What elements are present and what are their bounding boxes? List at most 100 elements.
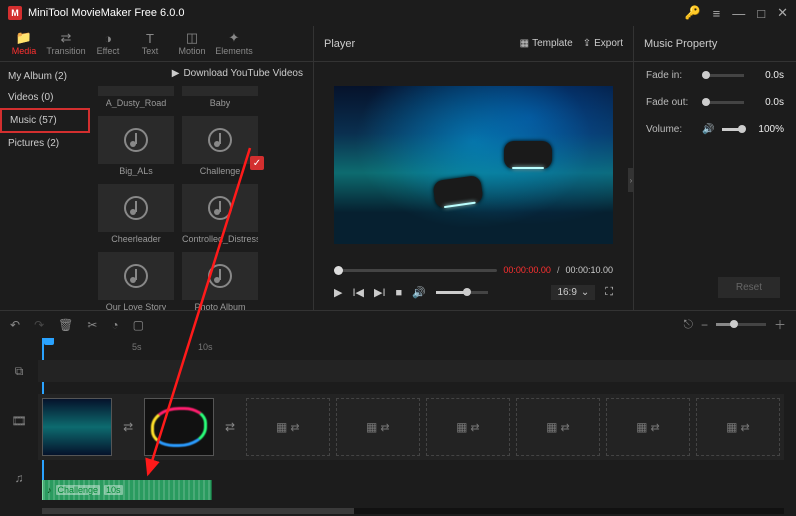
download-youtube-link[interactable]: Download YouTube Videos: [183, 68, 303, 79]
placeholder-clip-1[interactable]: ▦⇄: [246, 398, 330, 456]
audio-track-icon: ♫: [0, 460, 38, 496]
redo-button[interactable]: ↷: [34, 318, 44, 332]
audio-clip-challenge[interactable]: ♪ Challenge 10s: [42, 480, 212, 500]
upgrade-key-icon[interactable]: 🔑: [684, 5, 700, 21]
music-item-photo-album[interactable]: Photo Album: [182, 252, 258, 310]
volume-value: 100%: [752, 124, 784, 135]
media-track-icon: ⧉: [0, 360, 38, 382]
chevron-down-icon: ⌄: [581, 287, 589, 298]
motion-icon: ◫: [186, 31, 198, 45]
sidebar-item-0[interactable]: My Album (2): [0, 66, 90, 87]
close-button[interactable]: ✕: [777, 5, 788, 21]
speaker-icon: 🔊: [702, 124, 714, 135]
timeline-ruler[interactable]: 5s 10s: [38, 338, 796, 360]
volume-icon[interactable]: 🔊: [412, 286, 426, 299]
music-thumb-icon: [208, 128, 232, 152]
menu-icon[interactable]: ≡: [713, 6, 721, 21]
play-button[interactable]: ▶: [334, 286, 342, 299]
sidebar-item-2[interactable]: Music (57): [0, 108, 90, 133]
export-button[interactable]: ⇪Export: [583, 38, 623, 49]
video-clip-1[interactable]: [42, 398, 112, 456]
seek-bar[interactable]: [334, 269, 497, 272]
fullscreen-button[interactable]: ⛶: [605, 286, 613, 299]
transition-slot-2[interactable]: ⇄: [220, 398, 240, 456]
next-frame-button[interactable]: ▶I: [374, 286, 386, 299]
time-total: 00:00:10.00: [565, 265, 613, 275]
music-item-label: Challenge: [200, 166, 241, 176]
delete-button[interactable]: 🗑: [58, 318, 73, 332]
audio-settings-icon[interactable]: ⎋: [683, 317, 693, 332]
audio-clip-label: Challenge: [56, 485, 101, 495]
music-thumb-icon: [124, 264, 148, 288]
media-icon: 📁: [16, 31, 32, 45]
tab-motion[interactable]: ◫Motion: [172, 27, 212, 61]
fade-out-value: 0.0s: [752, 97, 784, 108]
fade-in-slider[interactable]: [702, 74, 744, 77]
placeholder-clip-6[interactable]: ▦⇄: [696, 398, 780, 456]
music-item-label: Big_ALs: [119, 166, 153, 176]
music-item-label: Photo Album: [194, 302, 245, 310]
volume-label: Volume:: [646, 124, 694, 135]
volume-slider-prop[interactable]: [722, 128, 744, 131]
undo-button[interactable]: ↶: [10, 318, 20, 332]
music-item-challenge[interactable]: ✓Challenge: [182, 116, 258, 176]
music-item-label: A_Dusty_Road: [106, 98, 167, 108]
music-item-label: Baby: [210, 98, 231, 108]
music-item-our-love-story[interactable]: Our Love Story: [98, 252, 174, 310]
prev-frame-button[interactable]: I◀: [352, 286, 364, 299]
music-note-icon: ♪: [47, 485, 52, 495]
music-item-label: Controlled_Distress: [182, 234, 258, 244]
video-track-icon: 🎞: [0, 382, 38, 460]
reset-button[interactable]: Reset: [718, 277, 780, 298]
fade-out-slider[interactable]: [702, 101, 744, 104]
minimize-button[interactable]: —: [732, 6, 745, 21]
placeholder-clip-3[interactable]: ▦⇄: [426, 398, 510, 456]
music-thumb-icon: [124, 196, 148, 220]
zoom-out-button[interactable]: −: [701, 318, 708, 332]
stop-button[interactable]: ■: [396, 287, 403, 299]
zoom-in-button[interactable]: ＋: [774, 316, 786, 333]
tab-effect[interactable]: ◑Effect: [88, 27, 128, 61]
music-item-a-dusty-road[interactable]: A_Dusty_Road: [98, 86, 174, 108]
transition-slot-1[interactable]: ⇄: [118, 398, 138, 456]
time-current: 00:00:00.00: [503, 265, 551, 275]
youtube-icon: ▶: [172, 68, 180, 79]
timeline-scrollbar[interactable]: [42, 508, 784, 514]
placeholder-clip-2[interactable]: ▦⇄: [336, 398, 420, 456]
speed-button[interactable]: ◔: [111, 318, 118, 332]
music-item-controlled-distress[interactable]: Controlled_Distress: [182, 184, 258, 244]
fade-in-label: Fade in:: [646, 70, 694, 81]
audio-track[interactable]: ♪ Challenge 10s: [38, 478, 784, 502]
export-icon: ⇪: [583, 38, 591, 49]
overlay-track[interactable]: [38, 360, 796, 382]
music-item-label: Our Love Story: [106, 302, 167, 310]
tab-elements[interactable]: ✦Elements: [214, 27, 254, 61]
music-item-big-als[interactable]: Big_ALs: [98, 116, 174, 176]
maximize-button[interactable]: □: [757, 6, 765, 21]
template-button[interactable]: ▦Template: [520, 38, 573, 49]
tab-media[interactable]: 📁Media: [4, 27, 44, 61]
music-thumb-icon: [208, 264, 232, 288]
video-preview: [334, 86, 613, 244]
placeholder-clip-4[interactable]: ▦⇄: [516, 398, 600, 456]
music-item-label: Cheerleader: [111, 234, 161, 244]
music-property-title: Music Property: [634, 26, 796, 62]
audio-clip-duration: 10s: [104, 485, 123, 495]
app-logo: M: [8, 6, 22, 20]
music-item-baby[interactable]: Baby: [182, 86, 258, 108]
tab-text[interactable]: TText: [130, 27, 170, 61]
placeholder-clip-5[interactable]: ▦⇄: [606, 398, 690, 456]
panel-collapse-handle[interactable]: ›: [628, 168, 634, 192]
sidebar-item-3[interactable]: Pictures (2): [0, 133, 90, 154]
sidebar-item-1[interactable]: Videos (0): [0, 87, 90, 108]
music-item-cheerleader[interactable]: Cheerleader: [98, 184, 174, 244]
split-button[interactable]: ✂: [87, 318, 97, 332]
tab-transition[interactable]: ⇄Transition: [46, 27, 86, 61]
aspect-ratio-select[interactable]: 16:9 ⌄: [551, 285, 595, 300]
video-clip-2[interactable]: [144, 398, 214, 456]
volume-slider[interactable]: [436, 291, 488, 294]
crop-button[interactable]: ▢: [133, 318, 144, 332]
zoom-slider[interactable]: [716, 323, 766, 326]
elements-icon: ✦: [229, 31, 240, 45]
video-track[interactable]: ⇄ ⇄ ▦⇄ ▦⇄ ▦⇄ ▦⇄ ▦⇄ ▦⇄: [38, 394, 784, 460]
